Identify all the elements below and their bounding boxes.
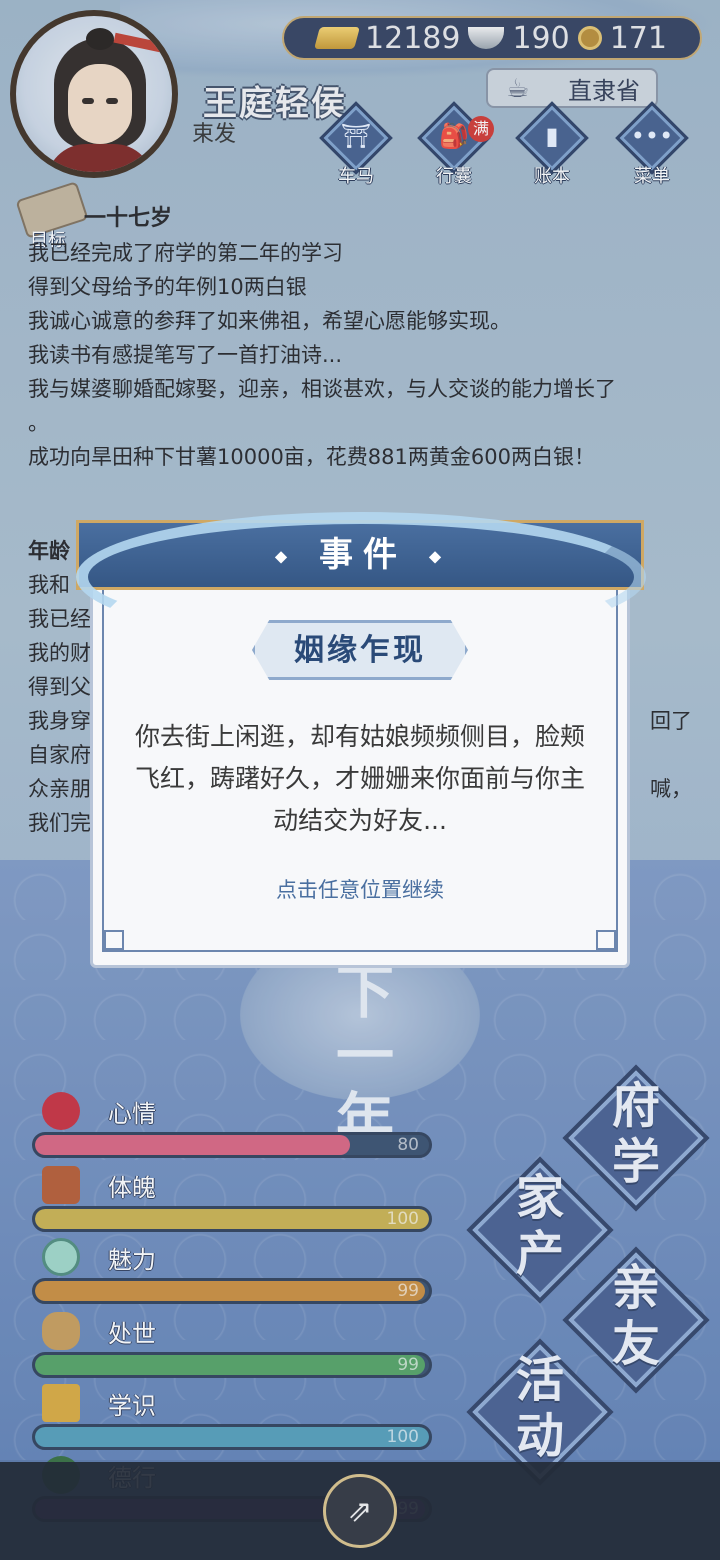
event-dialog[interactable]: ◆ 事件 ◆ 姻缘乍现 你去街上闲逛，却有姑娘频频侧目，脸颊飞红，踌躇好久，才姗…	[76, 512, 646, 968]
dialog-corner	[104, 930, 124, 950]
continue-hint[interactable]: 点击任意位置继续	[90, 874, 630, 904]
dialog-subtitle: 姻缘乍现	[252, 620, 468, 680]
dialog-body: 你去街上闲逛，却有姑娘频频侧目，脸颊飞红，踌躇好久，才姗姗来你面前与你主动结交为…	[134, 722, 585, 835]
dialog-corner	[596, 930, 616, 950]
